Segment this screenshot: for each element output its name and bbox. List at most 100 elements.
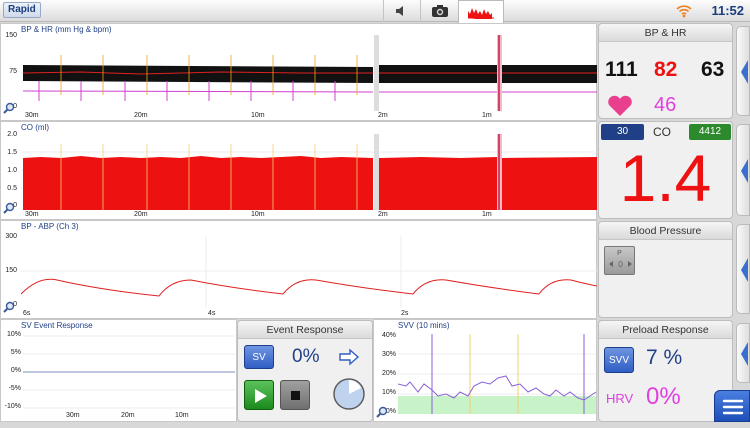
y-tick: 0.5 bbox=[7, 185, 17, 192]
x-tick: 6s bbox=[23, 310, 31, 317]
chevron-left-icon bbox=[741, 342, 748, 366]
trend-chart-icon bbox=[468, 8, 494, 19]
pressure-zero-button[interactable]: P 0 bbox=[604, 246, 635, 275]
co-trend-plot bbox=[21, 134, 597, 210]
blood-pressure-expand-tab[interactable] bbox=[736, 224, 750, 314]
co-calibration-badge[interactable]: 4412 bbox=[689, 124, 731, 140]
clock: 11:52 bbox=[711, 3, 744, 18]
hrv-value: 0% bbox=[646, 383, 681, 410]
tab-snapshot[interactable] bbox=[420, 0, 458, 22]
y-tick: 1.5 bbox=[7, 149, 17, 156]
x-tick: 2s bbox=[401, 310, 409, 317]
svv-value: 7 % bbox=[646, 346, 683, 369]
panel-title: BP & HR bbox=[599, 24, 732, 42]
x-tick: 10m bbox=[251, 211, 265, 218]
app-title[interactable]: Rapid bbox=[3, 2, 41, 18]
x-tick: 4s bbox=[208, 310, 216, 317]
x-tick: 20m bbox=[121, 412, 135, 419]
y-tick: 150 bbox=[5, 32, 17, 39]
x-tick: 30m bbox=[25, 112, 39, 119]
x-tick: 1m bbox=[482, 112, 492, 119]
zoom-icon[interactable] bbox=[376, 406, 388, 418]
wifi-warning-icon bbox=[676, 3, 692, 19]
y-tick: -5% bbox=[8, 385, 21, 392]
preload-response-panel[interactable]: Preload Response SVV 7 % HRV 0% bbox=[598, 320, 733, 422]
svv-button[interactable]: SVV bbox=[604, 347, 634, 373]
co-expand-tab[interactable] bbox=[736, 124, 750, 216]
co-interval-badge[interactable]: 30 bbox=[601, 124, 644, 140]
co-label: CO bbox=[653, 125, 671, 139]
y-tick: 300 bbox=[5, 233, 17, 240]
stop-icon bbox=[291, 391, 300, 400]
x-tick: 1m bbox=[482, 211, 492, 218]
x-tick: 30m bbox=[66, 412, 80, 419]
bp-hr-trend-panel: BP & HR (mm Hg & bpm) 150 75 0 30m 20m 1… bbox=[0, 23, 597, 121]
x-tick: 20m bbox=[134, 112, 148, 119]
zoom-icon[interactable] bbox=[3, 301, 15, 313]
start-button[interactable] bbox=[244, 380, 274, 410]
heart-rate-value: 46 bbox=[654, 94, 677, 116]
hamburger-menu-icon bbox=[722, 399, 744, 415]
svg-text:0: 0 bbox=[618, 260, 623, 269]
y-tick: 150 bbox=[5, 267, 17, 274]
y-tick: 10% bbox=[6, 331, 21, 338]
top-bar: Rapid 11:52 bbox=[0, 0, 750, 23]
co-trend-panel: CO (ml) 2.0 1.5 1.0 0.5 0 30m 20m 10m 2m… bbox=[0, 121, 597, 220]
chevron-left-icon bbox=[741, 258, 748, 282]
camera-icon bbox=[431, 5, 448, 17]
play-icon bbox=[255, 389, 267, 403]
y-tick: 10% bbox=[381, 389, 396, 396]
panel-title: BP & HR (mm Hg & bpm) bbox=[21, 25, 112, 34]
blood-pressure-panel[interactable]: Blood Pressure P 0 bbox=[598, 221, 733, 318]
systolic-value: 111 bbox=[605, 58, 638, 81]
zoom-icon[interactable] bbox=[3, 102, 15, 114]
x-tick: 30m bbox=[25, 211, 39, 218]
menu-button[interactable] bbox=[714, 390, 750, 422]
sv-event-plot bbox=[23, 335, 235, 409]
tab-audio[interactable] bbox=[383, 0, 419, 22]
y-tick: 75 bbox=[9, 68, 17, 75]
panel-title: CO (ml) bbox=[21, 123, 49, 132]
x-tick: 20m bbox=[134, 211, 148, 218]
speaker-icon bbox=[395, 6, 403, 16]
y-tick: 5% bbox=[10, 349, 21, 356]
zoom-icon[interactable] bbox=[3, 202, 15, 214]
panel-title: SVV (10 mins) bbox=[398, 321, 450, 330]
y-tick: 1.0 bbox=[7, 167, 17, 174]
event-response-panel: Event Response SV 0% bbox=[237, 320, 373, 422]
timer-icon[interactable] bbox=[332, 377, 366, 411]
mean-value: 82 bbox=[654, 58, 678, 81]
y-tick: 2.0 bbox=[7, 131, 17, 138]
svv-trend-panel: SVV (10 mins) 40% 30% 20% 10% 0% bbox=[373, 319, 597, 422]
y-tick: 30% bbox=[381, 351, 396, 358]
y-tick: -10% bbox=[4, 403, 21, 410]
svv-trend-plot bbox=[398, 334, 596, 414]
chevron-left-icon bbox=[741, 60, 748, 84]
panel-title: Preload Response bbox=[599, 321, 732, 339]
abp-waveform-panel: BP - ABP (Ch 3) 300 150 0 6s 4s 2s bbox=[0, 220, 597, 319]
y-tick: 40% bbox=[381, 332, 396, 339]
stop-button[interactable] bbox=[280, 380, 310, 410]
panel-title: Event Response bbox=[238, 321, 372, 339]
panel-title: SV Event Response bbox=[21, 321, 93, 330]
bp-hr-parameter-panel[interactable]: BP & HR 111 82 63 46 bbox=[598, 23, 733, 119]
x-tick: 2m bbox=[378, 211, 388, 218]
co-parameter-panel[interactable]: 30 CO 4412 1.4 bbox=[598, 121, 733, 219]
sv-parameter-button[interactable]: SV bbox=[244, 345, 274, 369]
preload-expand-tab[interactable] bbox=[736, 323, 750, 383]
x-tick: 10m bbox=[251, 112, 265, 119]
abp-waveform-plot bbox=[21, 236, 597, 308]
x-tick: 10m bbox=[175, 412, 189, 419]
y-tick: 0% bbox=[10, 367, 21, 374]
sv-event-response-panel: SV Event Response 10% 5% 0% -5% -10% 30m… bbox=[0, 319, 237, 422]
diastolic-value: 63 bbox=[701, 58, 725, 81]
hrv-label: HRV bbox=[606, 391, 634, 406]
arrow-right-icon[interactable] bbox=[338, 348, 360, 366]
heart-icon bbox=[608, 95, 632, 116]
co-value: 1.4 bbox=[619, 141, 712, 215]
y-tick: 20% bbox=[381, 370, 396, 377]
bp-hr-expand-tab[interactable] bbox=[736, 26, 750, 116]
panel-title: Blood Pressure bbox=[599, 222, 732, 240]
event-response-value: 0% bbox=[292, 346, 320, 367]
tab-trends[interactable] bbox=[458, 0, 504, 23]
